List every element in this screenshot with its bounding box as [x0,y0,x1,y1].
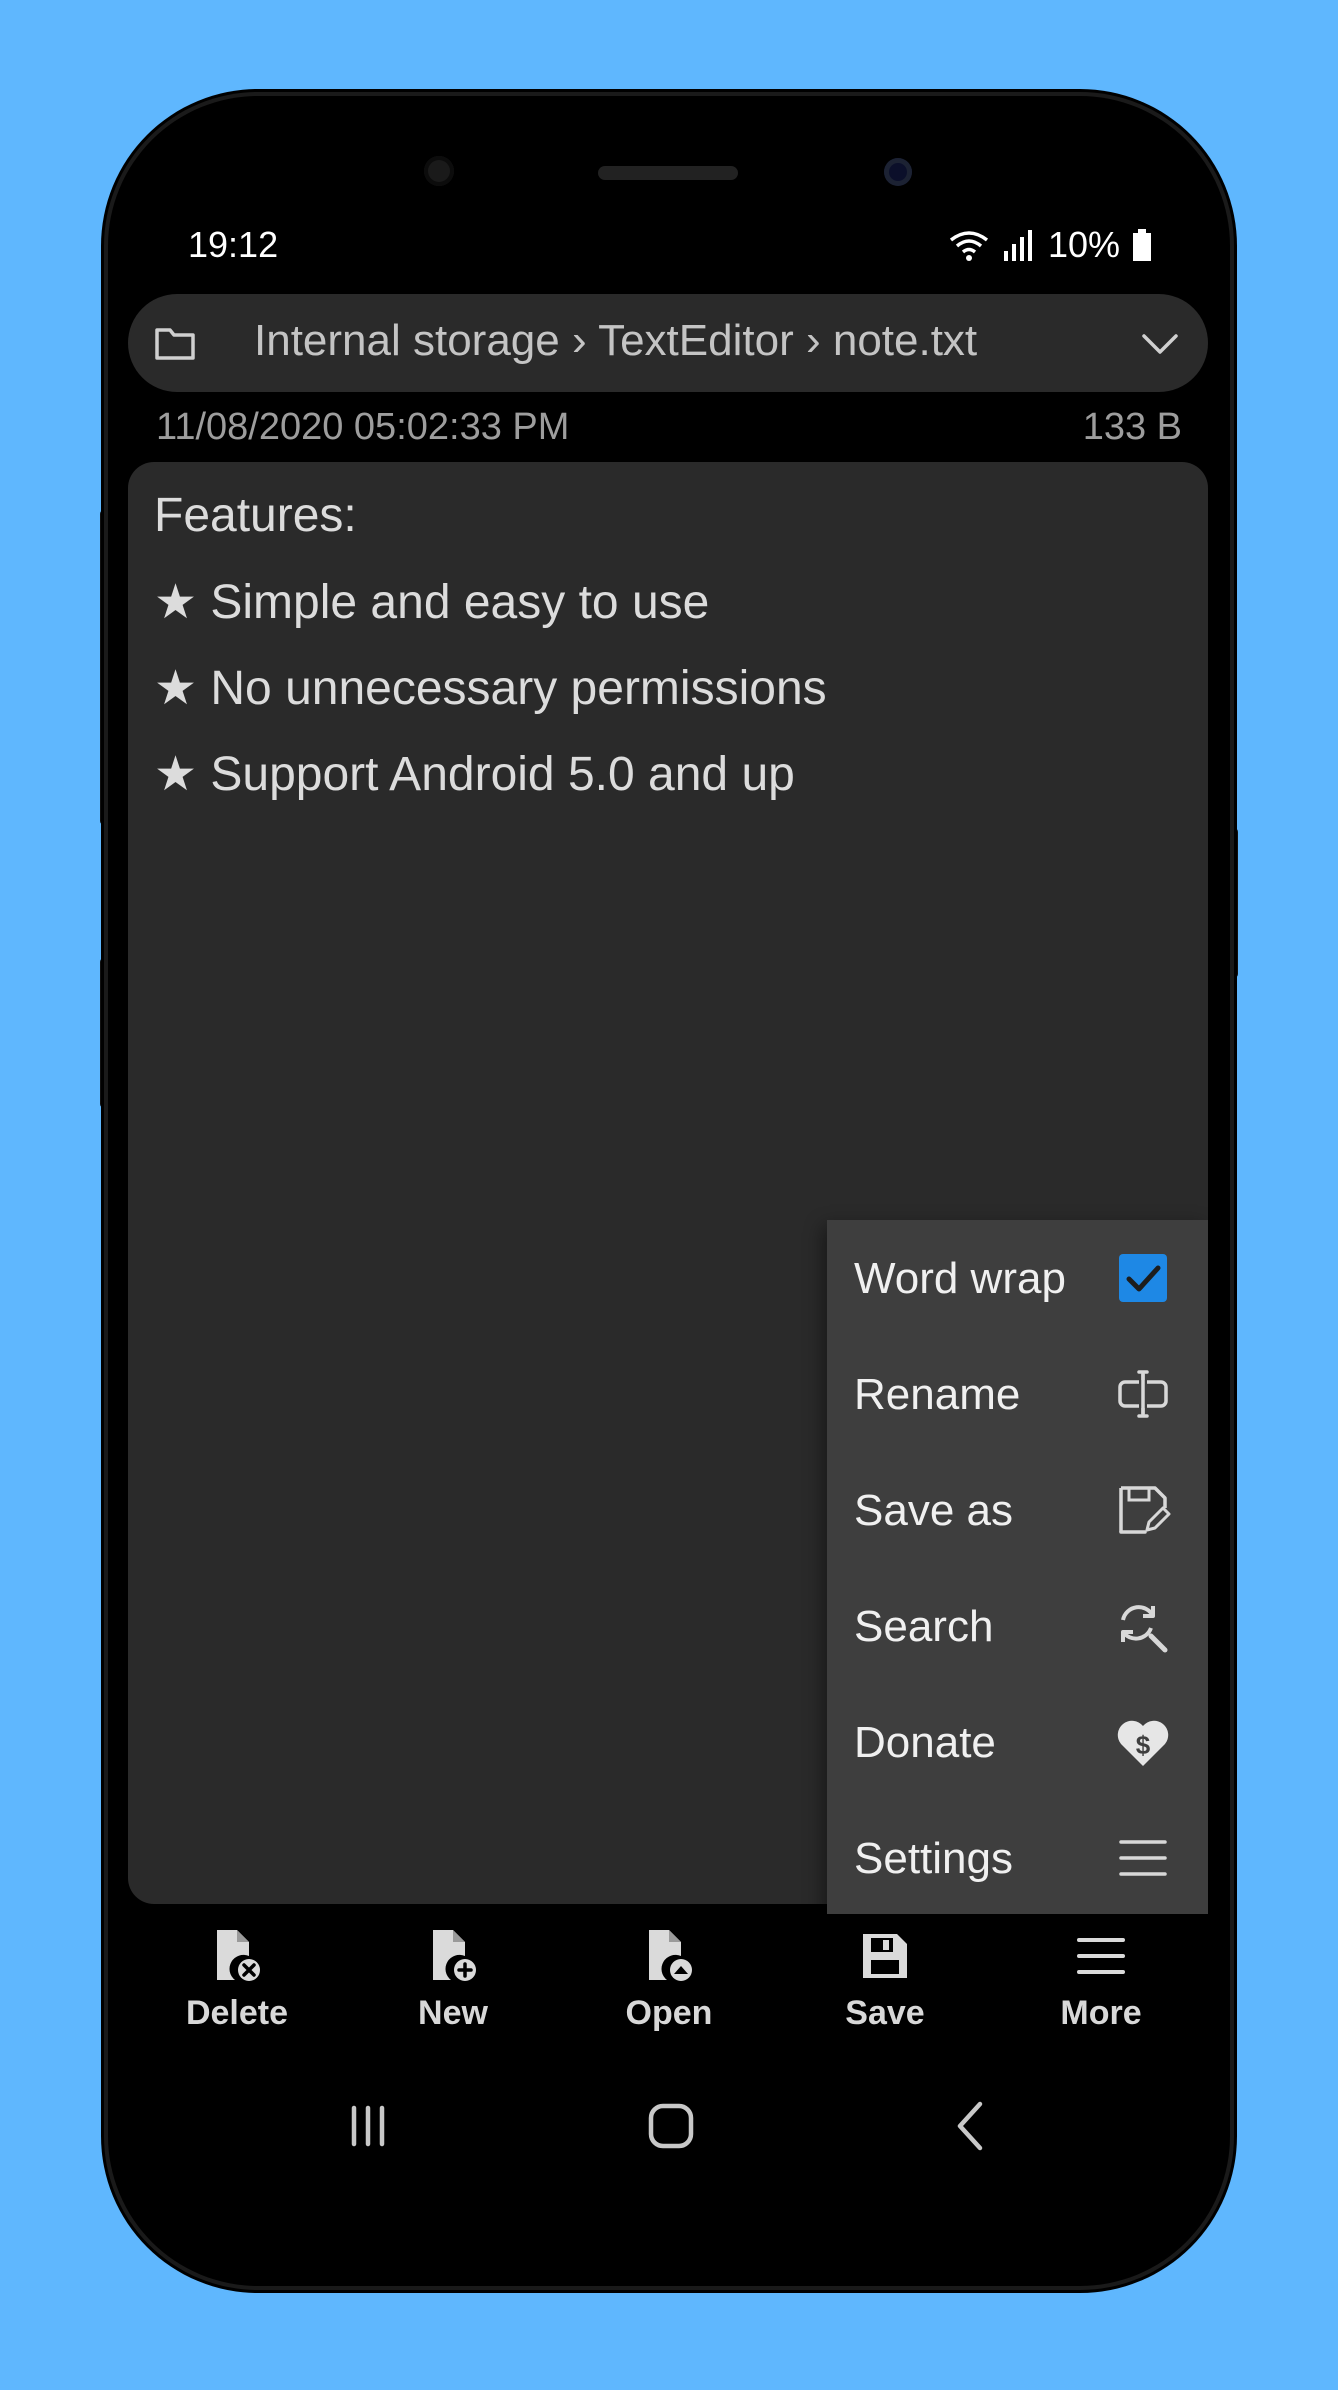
editor-line: ★ No unnecessary permissions [154,662,827,715]
proximity-sensor [424,156,454,186]
folder-icon[interactable] [154,322,196,364]
breadcrumb-folder[interactable]: TextEditor [598,316,794,365]
more-menu-icon [1077,1938,1125,1974]
front-camera [884,158,912,186]
menu-item-label: Settings [854,1834,1013,1883]
rename-icon [1118,1370,1168,1418]
overflow-menu: Word wrap Rename Save as Search Donate $… [827,1220,1208,1914]
svg-text:$: $ [1136,1730,1151,1760]
new-button[interactable]: New [373,1924,533,2054]
breadcrumb-separator: › [571,316,587,365]
phone-frame: 19:12 10% Internal storage › TextEditor … [108,96,1230,2286]
search-replace-icon [1121,1605,1168,1653]
settings-menu-icon [1119,1840,1167,1876]
file-size: 133 B [1082,406,1182,448]
toolbar-label: Delete [185,1994,289,2032]
status-bar: 19:12 10% [108,224,1230,268]
chevron-down-icon[interactable] [1140,324,1180,364]
save-button[interactable]: Save [805,1924,965,2054]
save-as-icon [1119,1486,1171,1534]
toolbar-label: Open [625,1994,713,2032]
status-time: 19:12 [188,224,279,265]
signal-icon [1003,230,1032,261]
recent-apps-icon[interactable] [328,2086,408,2166]
toolbar-label: New [418,1994,488,2032]
menu-item-save-as[interactable]: Save as [827,1452,1208,1568]
breadcrumb-file[interactable]: note.txt [833,316,977,365]
menu-item-search[interactable]: Search [827,1568,1208,1684]
menu-item-label: Rename [854,1370,1021,1419]
menu-item-rename[interactable]: Rename [827,1336,1208,1452]
new-file-icon [433,1930,476,1981]
battery-percent: 10% [1047,224,1120,265]
bottom-toolbar: Delete New Open Save More [108,1924,1230,2054]
breadcrumb: Internal storage › TextEditor › note.txt [254,316,977,366]
editor-line: Features: [154,489,357,542]
open-file-icon [649,1930,692,1981]
battery-icon [1133,229,1151,261]
more-button[interactable]: More [1021,1924,1181,2054]
open-button[interactable]: Open [589,1924,749,2054]
menu-item-label: Word wrap [854,1254,1066,1303]
toolbar-label: More [1060,1994,1142,2032]
menu-item-label: Donate [854,1718,996,1767]
wifi-icon [949,231,989,261]
menu-item-settings[interactable]: Settings [827,1800,1208,1916]
checkbox-checked-icon[interactable] [1115,1250,1171,1306]
back-icon[interactable] [932,2086,1012,2166]
delete-file-icon [217,1930,260,1981]
path-breadcrumb-bar[interactable]: Internal storage › TextEditor › note.txt [128,294,1208,392]
donate-heart-icon: $ [1117,1720,1169,1766]
home-icon[interactable] [631,2086,711,2166]
status-icons: 10% [948,224,1152,266]
breadcrumb-storage[interactable]: Internal storage [254,316,560,365]
menu-item-label: Search [854,1602,994,1651]
menu-item-word-wrap[interactable]: Word wrap [827,1220,1208,1336]
delete-button[interactable]: Delete [157,1924,317,2054]
system-navigation-bar [108,2086,1230,2166]
editor-line: ★ Support Android 5.0 and up [154,748,795,801]
breadcrumb-separator: › [805,316,821,365]
earpiece-speaker [598,166,738,180]
menu-item-label: Save as [854,1486,1013,1535]
menu-item-donate[interactable]: Donate $ [827,1684,1208,1800]
toolbar-label: Save [845,1994,925,2032]
modified-date: 11/08/2020 05:02:33 PM [156,406,570,448]
save-icon [863,1934,907,1978]
editor-line: ★ Simple and easy to use [154,576,710,629]
